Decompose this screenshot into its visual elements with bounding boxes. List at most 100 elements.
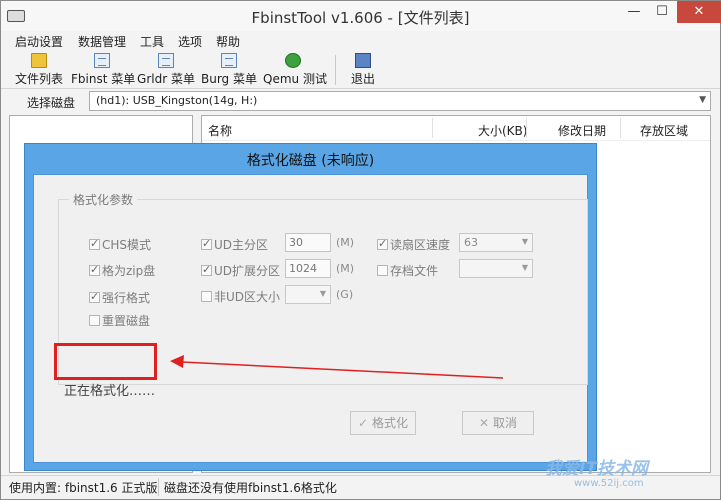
checkbox-empty-icon [89,315,100,326]
zip-disk-label: 格为zip盘 [102,264,156,278]
fbinst-menu-button[interactable]: Fbinst 菜单 [71,53,136,87]
chs-mode-checkbox[interactable]: CHS模式 [89,236,151,253]
format-button-label: 格式化 [372,416,409,430]
format-dialog: 格式化磁盘 (未响应) 格式化参数 CHS模式 格为zip盘 强行格式 重置磁盘… [24,143,597,471]
document-icon [158,53,174,68]
ud-extended-unit: (M) [336,262,355,275]
disk-label: 选择磁盘 [27,96,76,110]
document-icon [94,53,110,68]
read-sector-speed-value: 63 [464,236,478,249]
checkbox-checked-icon [89,237,100,250]
file-list-label: 文件列表 [14,72,63,86]
checkmark-icon: ✓ [357,416,369,430]
grldr-menu-label: Grldr 菜单 [137,72,195,86]
checkbox-empty-icon [377,265,388,276]
ud-primary-size-input[interactable]: 30 [285,233,331,252]
close-button[interactable]: ✕ [677,1,721,23]
format-button[interactable]: ✓ 格式化 [350,411,416,435]
group-title: 格式化参数 [69,191,138,208]
chevron-down-icon: ▼ [521,237,528,246]
status-disk-state: 磁盘还没有使用fbinst1.6格式化 [164,481,337,495]
watermark-url: www.52ij.com [574,478,644,489]
checkbox-checked-icon [89,263,100,276]
status-divider [158,478,159,496]
window-title: FbinstTool v1.606 - [文件列表] [251,9,470,27]
reset-disk-checkbox[interactable]: 重置磁盘 [89,312,150,329]
folder-icon [31,53,47,68]
archive-file-checkbox[interactable]: 存档文件 [377,262,438,279]
status-builtin-version: 使用内置: fbinst1.6 正式版 [9,481,158,495]
archive-file-select[interactable]: ▼ [459,259,533,278]
column-divider [432,118,433,138]
menu-data-management[interactable]: 数据管理 [78,33,126,50]
disk-selected-value: (hd1): USB_Kingston(14g, H:) [96,94,258,107]
checkbox-checked-icon [201,237,212,250]
checkbox-checked-icon [377,237,388,250]
toolbar-separator [335,55,336,85]
burg-menu-button[interactable]: Burg 菜单 [201,53,257,87]
non-ud-size-checkbox[interactable]: 非UD区大小 [201,288,280,305]
exit-icon [355,53,371,68]
qemu-test-label: Qemu 测试 [263,72,327,86]
ud-extended-size-input[interactable]: 1024 [285,259,331,278]
archive-file-label: 存档文件 [390,264,439,278]
ud-extended-label: UD扩展分区 [214,264,281,278]
column-storage-area[interactable]: 存放区域 [640,122,688,139]
menu-help[interactable]: 帮助 [216,33,240,50]
close-icon: ✕ [478,416,490,430]
toolbar: 文件列表 Fbinst 菜单 Grldr 菜单 Burg 菜单 Qemu 测试 … [1,51,720,89]
qemu-test-button[interactable]: Qemu 测试 [263,53,327,87]
column-divider [526,118,527,138]
non-ud-size-select[interactable]: ▼ [285,285,331,304]
title-bar: FbinstTool v1.606 - [文件列表] — ☐ ✕ [1,1,721,31]
file-list-button[interactable]: 文件列表 [13,53,65,87]
dialog-body: 格式化参数 CHS模式 格为zip盘 强行格式 重置磁盘 UD主分区 30 (M… [33,174,588,463]
column-modified-date[interactable]: 修改日期 [558,122,606,139]
grldr-menu-button[interactable]: Grldr 菜单 [137,53,195,87]
checkbox-checked-icon [201,263,212,276]
menu-boot-settings[interactable]: 启动设置 [15,33,63,50]
header-divider [202,140,710,141]
watermark-logo: 我爱IT技术网 [545,459,648,479]
force-format-label: 强行格式 [102,291,151,305]
annotation-highlight-box [54,343,157,380]
ud-primary-unit: (M) [336,236,355,249]
force-format-checkbox[interactable]: 强行格式 [89,289,150,306]
chevron-down-icon: ▼ [699,95,706,105]
column-size[interactable]: 大小(KB) [478,122,527,139]
burg-menu-label: Burg 菜单 [201,72,257,86]
chevron-down-icon: ▼ [521,263,528,272]
non-ud-size-unit: (G) [336,288,354,301]
exit-button[interactable]: 退出 [345,53,381,87]
document-icon [221,53,237,68]
chs-mode-label: CHS模式 [102,238,152,252]
disk-selector-row: 选择磁盘 (hd1): USB_Kingston(14g, H:) ▼ [1,89,720,113]
read-sector-speed-select[interactable]: 63 ▼ [459,233,533,252]
chevron-down-icon: ▼ [319,289,326,298]
formatting-progress-text: 正在格式化…… [64,384,156,399]
fbinst-menu-label: Fbinst 菜单 [71,72,136,86]
reset-disk-label: 重置磁盘 [102,314,151,328]
exit-label: 退出 [350,72,375,86]
cancel-button-label: 取消 [493,416,518,430]
column-divider [620,118,621,138]
non-ud-size-label: 非UD区大小 [214,290,281,304]
ud-primary-label: UD主分区 [214,238,269,252]
cancel-button[interactable]: ✕ 取消 [462,411,534,435]
column-name[interactable]: 名称 [208,122,232,139]
menu-bar: 启动设置 数据管理 工具 选项 帮助 [1,31,720,51]
maximize-button[interactable]: ☐ [649,1,675,23]
read-sector-speed-checkbox[interactable]: 读扇区速度 [377,236,450,253]
zip-disk-checkbox[interactable]: 格为zip盘 [89,262,155,279]
dialog-title: 格式化磁盘 (未响应) [246,153,375,169]
ud-primary-checkbox[interactable]: UD主分区 [201,236,268,253]
disk-select[interactable]: (hd1): USB_Kingston(14g, H:) ▼ [89,91,711,111]
ud-extended-checkbox[interactable]: UD扩展分区 [201,262,280,279]
checkbox-checked-icon [89,290,100,303]
qemu-icon [285,53,301,68]
read-sector-speed-label: 读扇区速度 [390,238,451,252]
checkbox-empty-icon [201,291,212,302]
menu-tools[interactable]: 工具 [140,33,164,50]
minimize-button[interactable]: — [621,1,647,23]
menu-options[interactable]: 选项 [178,33,202,50]
